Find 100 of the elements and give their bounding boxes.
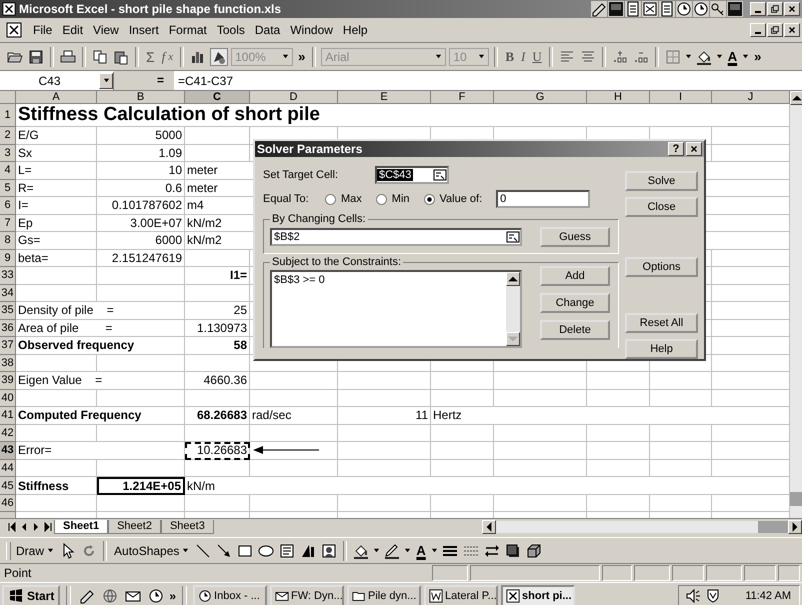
row-header[interactable]: 43 [0,442,16,460]
row-header[interactable]: 7 [0,214,16,232]
oval-icon[interactable] [258,542,274,558]
row-header[interactable]: 39 [0,372,16,390]
scroll-up-icon[interactable] [506,272,520,286]
scroll-up-icon[interactable] [790,91,802,105]
row-header[interactable]: 8 [0,232,16,250]
caret-icon[interactable] [716,53,723,60]
column-header[interactable]: C [185,91,250,104]
menu-item[interactable]: View [88,23,124,37]
value-field[interactable]: 0 [496,190,590,208]
more-buttons[interactable]: » [752,46,764,66]
row-header[interactable]: 33 [0,267,16,284]
taskbar-button[interactable]: short pi... [501,585,576,605]
autosum-button[interactable]: Σ [144,46,157,66]
changing-cells-field[interactable]: $B$2 [270,228,522,246]
menu-item[interactable]: Data [250,23,286,37]
document-icon[interactable] [625,1,641,17]
spreadsheet-icon[interactable] [642,1,658,17]
align-left-icon[interactable] [558,48,575,64]
scroll-thumb[interactable] [790,492,802,506]
caret-icon[interactable] [430,547,438,554]
column-header[interactable]: F [431,91,494,104]
arrow-style-icon[interactable] [484,542,500,558]
row-header[interactable]: 44 [0,460,16,477]
fill-color-icon[interactable] [696,48,712,64]
menu-item[interactable]: Edit [57,23,88,37]
column-header[interactable]: H [587,91,650,104]
close-button[interactable] [784,23,800,37]
restore-button[interactable] [767,2,783,16]
column-header[interactable]: I [650,91,712,104]
menu-item[interactable]: Tools [212,23,250,37]
scroll-down-icon[interactable] [506,332,520,346]
menu-item[interactable]: Help [338,23,373,37]
3d-icon[interactable] [526,542,542,558]
column-header[interactable]: D [250,91,338,104]
caret-icon[interactable] [404,547,412,554]
app-icon[interactable] [608,1,624,17]
browser-icon[interactable] [102,588,118,604]
horizontal-scrollbar[interactable] [482,520,802,533]
row-header[interactable]: 40 [0,390,16,407]
caret-icon[interactable] [742,53,750,60]
scroll-thumb[interactable] [758,520,788,532]
vertical-scrollbar[interactable] [790,91,802,518]
increase-decimal-icon[interactable] [612,48,628,64]
sheet-tab[interactable]: Sheet2 [108,520,161,534]
font-color-button[interactable]: A [726,46,740,66]
target-cell-field[interactable]: $C$43 [375,166,449,184]
minimize-button[interactable] [750,23,766,37]
row-header[interactable]: 46 [0,494,16,512]
column-header[interactable]: A [16,91,97,104]
row-header[interactable]: 41 [0,407,16,424]
last-sheet-icon[interactable] [42,520,54,532]
constraints-list[interactable]: $B$3 >= 0 [270,270,522,348]
drawing-icon[interactable] [211,48,228,64]
row-header[interactable]: 9 [0,250,16,267]
column-header[interactable]: E [338,91,431,104]
taskbar-button[interactable]: Inbox - ... [193,585,268,605]
solve-button[interactable]: Solve [625,171,698,191]
draw-menu[interactable]: Draw [14,540,56,560]
row-header[interactable]: 38 [0,354,16,372]
font-color-button[interactable]: A [414,540,428,560]
formula-field[interactable]: =C41-C37 [174,74,234,88]
autoshapes-menu[interactable]: AutoShapes [112,540,192,560]
rectangle-icon[interactable] [237,542,254,558]
speaker-icon[interactable] [685,588,701,604]
column-header[interactable]: J [712,91,790,104]
more-shortcuts[interactable]: » [169,589,176,603]
taskbar-button[interactable]: Pile dyn... [347,585,422,605]
clock-icon[interactable] [693,1,709,17]
document-icon[interactable] [659,1,675,17]
fill-color-icon[interactable] [353,542,370,558]
row-header[interactable]: 2 [0,127,16,144]
first-sheet-icon[interactable] [6,520,18,532]
row-header[interactable]: 1 [0,104,16,127]
column-header[interactable]: B [97,91,185,104]
text-box-icon[interactable] [279,542,296,558]
row-header[interactable]: 3 [0,144,16,162]
list-scrollbar[interactable] [506,272,520,346]
menu-item[interactable]: Window [285,23,338,37]
select-all-button[interactable] [0,91,16,104]
guess-button[interactable]: Guess [540,227,610,247]
row-header[interactable]: 35 [0,302,16,320]
app-icon[interactable] [727,1,743,17]
start-button[interactable]: Start [2,585,60,605]
collapse-dialog-icon[interactable] [433,168,447,182]
sheet-tab[interactable]: Sheet1 [54,520,108,534]
row-header[interactable]: 34 [0,284,16,302]
close-button[interactable]: Close [625,197,698,217]
clock-icon[interactable] [676,1,692,17]
line-icon[interactable] [195,542,212,558]
menu-item[interactable]: Insert [124,23,164,37]
taskbar-button[interactable]: Lateral P... [424,585,498,605]
row-header[interactable]: 42 [0,424,16,442]
caret-icon[interactable] [373,547,380,554]
pencil-icon[interactable] [591,1,607,17]
taskbar-button[interactable]: FW: Dyn... [270,585,344,605]
clock-icon[interactable] [148,588,164,604]
constraint-item[interactable]: $B$3 >= 0 [274,274,504,286]
constraint-button[interactable]: Change [540,293,610,313]
